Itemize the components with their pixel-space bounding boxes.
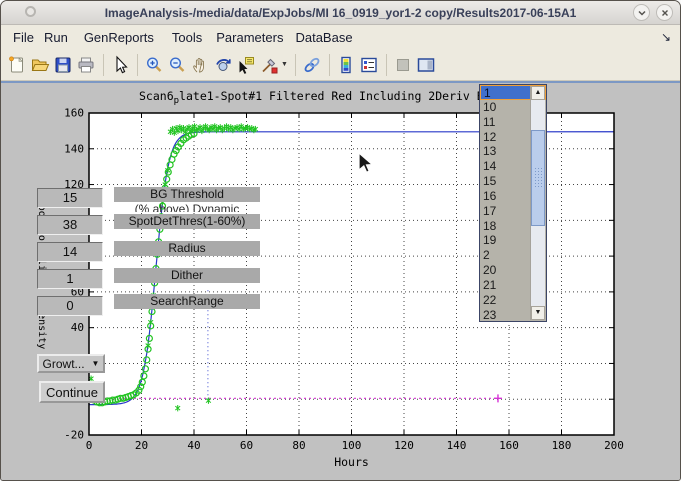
svg-text:-20: -20 — [64, 429, 84, 442]
menu-run[interactable]: Run — [44, 30, 68, 45]
continue-button[interactable]: Continue — [39, 381, 105, 403]
brush-icon[interactable] — [258, 54, 280, 76]
menu-overflow-icon[interactable]: ↘ — [661, 30, 671, 44]
menu-file[interactable]: File — [13, 30, 34, 45]
searchrange-label: SearchRange — [114, 294, 260, 309]
radius-input[interactable]: 14 — [37, 242, 103, 262]
bg-threshold-sub-label: (% above) Dynamic — [116, 203, 258, 212]
listbox-scrollbar[interactable]: ▲ ▼ — [530, 86, 545, 320]
close-icon — [659, 7, 671, 19]
print-icon[interactable] — [75, 54, 97, 76]
menu-database[interactable]: DataBase — [295, 30, 352, 45]
plot-title: Scan6plate1-Spot#1 Filtered Red Includin… — [139, 89, 491, 106]
legend-icon[interactable] — [358, 54, 380, 76]
toolbar: ▼ — [1, 49, 680, 81]
toolbar-separator — [295, 54, 296, 76]
scroll-down-icon[interactable]: ▼ — [531, 306, 545, 320]
link-plots-icon[interactable] — [301, 54, 323, 76]
svg-text:120: 120 — [394, 439, 414, 452]
spotdetthres-1-60-input[interactable]: 38 — [37, 215, 103, 235]
window-title: ImageAnalysis-/media/data/ExpJobs/MI 16_… — [1, 6, 680, 20]
window-menu-icon[interactable] — [25, 6, 36, 17]
chevron-down-icon — [636, 7, 648, 19]
svg-text:160: 160 — [64, 107, 84, 120]
mouse-cursor — [358, 152, 374, 174]
menu-tools[interactable]: Tools — [172, 30, 202, 45]
scrollbar-grip — [534, 167, 543, 189]
open-folder-icon[interactable] — [29, 54, 51, 76]
radius-label: Radius — [114, 241, 260, 256]
growth-plot: 020406080100120140160180200-200204060801… — [1, 83, 681, 481]
scrollbar-thumb[interactable] — [531, 130, 545, 226]
zoom-in-icon[interactable] — [143, 54, 165, 76]
searchrange-input[interactable]: 0 — [37, 296, 103, 316]
toolbar-separator — [137, 54, 138, 76]
toolbar-separator — [329, 54, 330, 76]
dither-label: Dither — [114, 268, 260, 283]
dither-input[interactable]: 1 — [37, 269, 103, 289]
svg-text:0: 0 — [86, 439, 93, 452]
svg-text:160: 160 — [499, 439, 519, 452]
svg-text:140: 140 — [64, 142, 84, 155]
menu-genreports[interactable]: GenReports — [84, 30, 154, 45]
brush-menu-arrow-icon[interactable]: ▼ — [281, 61, 288, 68]
show-plot-tools-icon[interactable] — [415, 54, 437, 76]
new-file-icon[interactable] — [6, 54, 28, 76]
toolbar-separator — [386, 54, 387, 76]
svg-text:60: 60 — [240, 439, 253, 452]
data-cursor-icon[interactable] — [235, 54, 257, 76]
growth-button-label: Growt... — [43, 357, 85, 371]
toolbar-separator — [103, 54, 104, 76]
pointer-icon[interactable] — [109, 54, 131, 76]
spot-number-listbox: 110111213141516171819220212223 ▲ ▼ — [479, 84, 547, 322]
menu-bar: File Run GenReports Tools Parameters DataBase… — [1, 25, 680, 49]
hide-plot-tools-icon[interactable] — [392, 54, 414, 76]
svg-text:140: 140 — [447, 439, 467, 452]
menu-parameters[interactable]: Parameters — [216, 30, 283, 45]
app-window: ImageAnalysis-/media/data/ExpJobs/MI 16_… — [0, 0, 681, 481]
scroll-up-icon[interactable]: ▲ — [531, 86, 545, 100]
title-bar: ImageAnalysis-/media/data/ExpJobs/MI 16_… — [1, 1, 680, 25]
save-icon[interactable] — [52, 54, 74, 76]
bg-threshold-input[interactable]: 15 — [37, 188, 103, 208]
shade-button[interactable] — [633, 4, 650, 21]
colorbar-icon[interactable] — [335, 54, 357, 76]
svg-text:80: 80 — [292, 439, 305, 452]
svg-text:100: 100 — [342, 439, 362, 452]
svg-text:180: 180 — [552, 439, 572, 452]
spotdetthres-1-60-label: SpotDetThres(1-60%) — [114, 214, 260, 229]
growth-dropdown-button[interactable]: Growt... ▼ — [37, 354, 105, 373]
svg-text:40: 40 — [187, 439, 200, 452]
close-button[interactable] — [656, 4, 673, 21]
rotate-3d-icon[interactable] — [212, 54, 234, 76]
svg-text:20: 20 — [135, 439, 148, 452]
svg-text:200: 200 — [604, 439, 624, 452]
x-axis-label: Hours — [334, 455, 369, 469]
bg-threshold-label: BG Threshold — [114, 187, 260, 202]
zoom-out-icon[interactable] — [166, 54, 188, 76]
pan-hand-icon[interactable] — [189, 54, 211, 76]
dropdown-arrow-icon: ▼ — [92, 359, 100, 368]
svg-text:40: 40 — [71, 321, 84, 334]
